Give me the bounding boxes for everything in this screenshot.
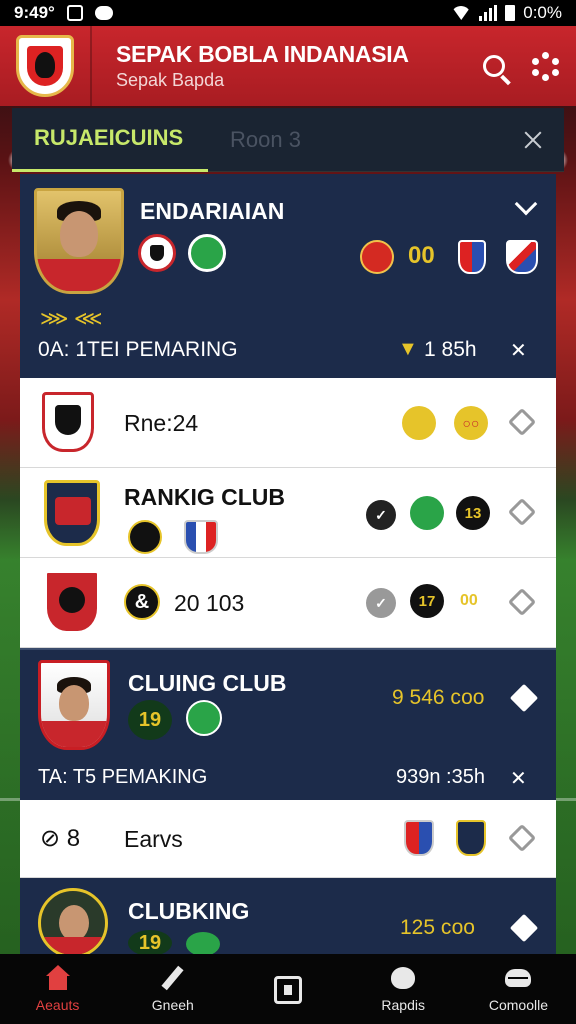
phone-icon xyxy=(274,976,302,1004)
battery-text: 0:0% xyxy=(523,3,562,22)
nav-label: Comoolle xyxy=(488,997,548,1013)
gold-badge-icon: ○○ xyxy=(454,406,488,440)
card-footer-label: TA: T5 PEMAKING xyxy=(38,766,208,788)
app-logo xyxy=(16,35,74,97)
club-badge-icon xyxy=(44,570,100,634)
league-badge-icon xyxy=(188,234,226,272)
gold-badge-icon xyxy=(402,406,436,440)
card-stat: 939n :35h xyxy=(396,766,485,788)
number-badge: 00 xyxy=(460,592,478,609)
cat-icon xyxy=(389,965,417,991)
crossed-arrows-icon[interactable]: ✕ xyxy=(510,766,527,791)
number-badge: 13 xyxy=(456,496,490,530)
green-badge-icon xyxy=(186,700,222,736)
club-name: CLUBKING xyxy=(128,898,250,924)
club-badge-icon xyxy=(360,240,394,274)
nav-label: Gneeh xyxy=(151,997,194,1013)
gamepad-icon xyxy=(504,965,532,991)
status-bar: 9:49° 0:0% xyxy=(0,0,576,26)
club-badge-icon xyxy=(506,240,538,274)
nav-item-phone[interactable] xyxy=(230,954,345,1024)
club-badge-icon xyxy=(138,234,176,272)
wifi-icon xyxy=(451,6,472,20)
favorite-icon[interactable] xyxy=(507,587,537,617)
club-badge-icon xyxy=(458,240,486,274)
nav-item-aeauts[interactable]: Aeauts xyxy=(0,954,115,1024)
bottom-navigation: Aeauts Gneeh Rapdis Comoolle xyxy=(0,954,576,1024)
number-badge: 19 xyxy=(128,700,172,740)
nav-item-comoolle[interactable]: Comoolle xyxy=(461,954,576,1024)
player-portrait xyxy=(34,188,124,294)
favorite-icon[interactable] xyxy=(509,683,539,713)
row-text: Rne:24 xyxy=(124,410,199,436)
row-text: Earvs xyxy=(124,826,183,852)
green-badge-icon xyxy=(186,932,220,956)
nav-item-gneeh[interactable]: Gneeh xyxy=(115,954,230,1024)
tab-bar: RUJAEICUINS Roon 3 xyxy=(12,108,564,172)
nav-label: Aeauts xyxy=(35,997,80,1013)
list-item[interactable]: & 20 103 ✓ 17 00 xyxy=(20,558,556,648)
green-badge-icon xyxy=(410,496,444,530)
crossed-arrows-icon[interactable]: ✕ xyxy=(510,338,527,363)
favorite-icon[interactable] xyxy=(509,913,539,943)
list-item[interactable]: Rne:24 ○○ xyxy=(20,378,556,468)
player-name: ENDARIAIAN xyxy=(140,198,285,224)
row-icon-text: ⊘ 8 xyxy=(40,825,81,852)
battery-icon xyxy=(505,5,516,21)
score: 00 xyxy=(408,242,435,269)
club-name: RANKIG CLUB xyxy=(124,484,285,510)
close-icon[interactable] xyxy=(522,129,544,151)
club-badge-icon xyxy=(128,520,162,554)
club-badge-icon xyxy=(42,392,94,452)
club-badge-icon xyxy=(456,820,486,856)
shield-icon: ✓ xyxy=(366,588,396,618)
app-header: SEPAK BOBLA INDANASIA Sepak Bapda xyxy=(0,26,576,106)
ampersand-badge-icon: & xyxy=(124,584,160,620)
trophy-icon: ▼ xyxy=(398,338,418,360)
header-divider xyxy=(90,26,92,106)
club-badge-icon xyxy=(44,480,100,546)
home-icon xyxy=(44,965,72,991)
player-card-clubking[interactable]: CLUBKING 19 125 соо xyxy=(20,878,556,958)
shield-icon: ✓ xyxy=(366,500,396,530)
player-card-cluing-club[interactable]: CLUING CLUB 19 9 546 соо TA: T5 PEMAKING… xyxy=(20,648,556,800)
wings-icon: ⋙ ⋘ xyxy=(40,308,103,330)
number-badge: 17 xyxy=(410,584,444,618)
club-badge-icon xyxy=(404,820,434,856)
notification-icon xyxy=(66,5,83,21)
list-item[interactable]: ⊘ 8 Earvs xyxy=(20,800,556,878)
club-badge-icon xyxy=(184,520,218,554)
tab-roon-3[interactable]: Roon 3 xyxy=(208,108,323,172)
cloud-icon xyxy=(94,6,113,20)
player-card-endariaian[interactable]: ENDARIAIAN 00 ⋙ ⋘ 0A: 1TEI PEMARING ▼ 1 … xyxy=(20,174,556,378)
chevron-down-icon[interactable] xyxy=(514,192,538,216)
favorite-icon[interactable] xyxy=(507,407,537,437)
club-value: 9 546 соо xyxy=(392,686,485,709)
nav-label: Rapdis xyxy=(381,997,425,1013)
tab-rujaeicuins[interactable]: RUJAEICUINS xyxy=(12,108,208,172)
signal-icon xyxy=(479,5,498,21)
player-portrait xyxy=(38,888,108,958)
nav-item-rapdis[interactable]: Rapdis xyxy=(346,954,461,1024)
number-badge: 19 xyxy=(128,930,172,956)
favorite-icon[interactable] xyxy=(507,497,537,527)
more-options-icon[interactable] xyxy=(532,52,560,81)
club-name: CLUING CLUB xyxy=(128,670,287,696)
card-stat: 1 85h xyxy=(424,338,477,361)
search-icon xyxy=(483,55,505,77)
player-portrait xyxy=(38,660,110,750)
list-item[interactable]: RANKIG CLUB ✓ 13 xyxy=(20,468,556,558)
edit-icon xyxy=(159,965,187,991)
app-title: SEPAK BOBLA INDANASIA xyxy=(116,41,409,67)
search-button[interactable] xyxy=(472,44,516,88)
club-list: ENDARIAIAN 00 ⋙ ⋘ 0A: 1TEI PEMARING ▼ 1 … xyxy=(20,174,556,958)
favorite-icon[interactable] xyxy=(507,823,537,853)
row-value: 20 103 xyxy=(174,590,245,616)
club-value: 125 соо xyxy=(400,916,475,939)
card-footer-label: 0A: 1TEI PEMARING xyxy=(38,338,238,361)
app-subtitle: Sepak Bapda xyxy=(116,70,225,90)
status-time: 9:49° xyxy=(14,3,55,22)
